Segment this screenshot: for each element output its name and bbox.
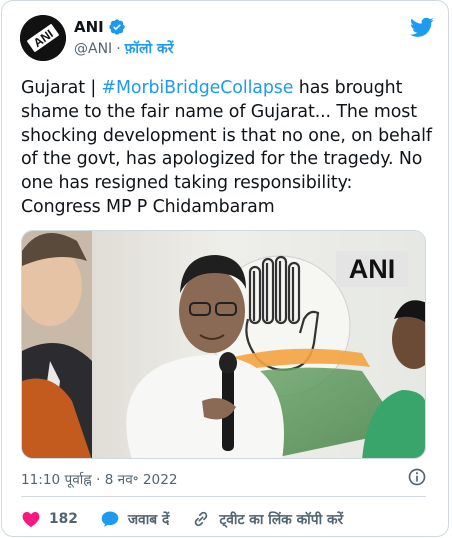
ani-watermark: ANI xyxy=(349,254,396,284)
like-count: 182 xyxy=(49,511,78,527)
info-icon[interactable] xyxy=(407,467,427,487)
heart-icon xyxy=(22,512,40,527)
follow-button[interactable]: फ़ॉलो करें xyxy=(125,39,174,58)
reply-bubble-icon xyxy=(101,511,119,527)
tweet-actions: 182 जवाब दें ट्वीट का लिंक कॉपी करें xyxy=(21,506,365,532)
reply-button[interactable]: जवाब दें xyxy=(100,509,170,529)
separator: · xyxy=(116,40,121,57)
avatar[interactable]: ANI xyxy=(20,15,66,61)
hashtag-link[interactable]: #MorbiBridgeCollapse xyxy=(102,78,294,98)
press-conference-photo: ANI xyxy=(22,231,425,458)
display-name[interactable]: ANI xyxy=(74,18,104,36)
name-line: ANI xyxy=(74,18,126,36)
tweet-meta: 11:10 पूर्वाह्न · 8 नव॰ 2022 xyxy=(21,467,427,489)
verified-badge-icon xyxy=(109,19,125,35)
tweet-text: Gujarat | #MorbiBridgeCollapse has broug… xyxy=(21,77,435,220)
twitter-bird-icon[interactable] xyxy=(410,15,434,39)
copy-link-label: ट्वीट का लिंक कॉपी करें xyxy=(219,511,344,528)
like-button[interactable]: 182 xyxy=(21,509,78,529)
timestamp[interactable]: 11:10 पूर्वाह्न · 8 नव॰ 2022 xyxy=(21,469,178,488)
ani-logo-icon: ANI xyxy=(20,15,66,61)
link-icon xyxy=(195,511,208,527)
reply-label: जवाब दें xyxy=(127,511,170,528)
copy-link-button[interactable]: ट्वीट का लिंक कॉपी करें xyxy=(191,509,343,529)
tweet-text-before: Gujarat | xyxy=(21,78,102,98)
tweet-card: ANI ANI @ANI · फ़ॉलो करें Gujarat | #Mor… xyxy=(1,0,449,537)
tweet-text-after: has brought shame to the fair name of Gu… xyxy=(21,78,432,217)
tweet-media-image[interactable]: ANI xyxy=(21,230,426,459)
divider xyxy=(21,496,426,497)
handle[interactable]: @ANI xyxy=(74,41,112,57)
handle-line: @ANI · फ़ॉलो करें xyxy=(74,39,174,58)
tweet-header: ANI ANI @ANI · फ़ॉलो करें xyxy=(20,13,434,63)
